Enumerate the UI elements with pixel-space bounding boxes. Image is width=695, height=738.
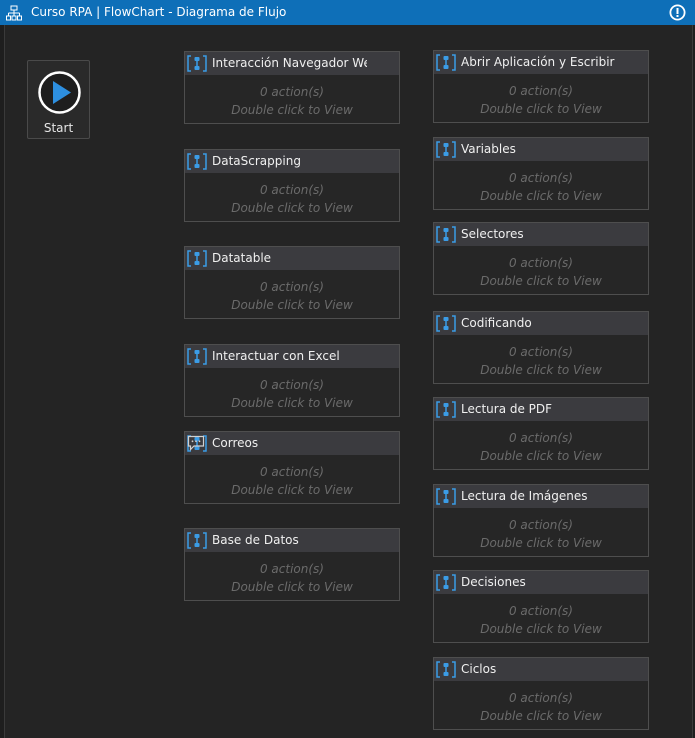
view-hint: Double click to View (480, 189, 602, 203)
sequence-datatable[interactable]: Datatable 0 action(s) Double click to Vi… (184, 246, 400, 319)
sequence-icon (436, 226, 456, 243)
action-count: 0 action(s) (508, 345, 573, 359)
title-bar: Curso RPA | FlowChart - Diagrama de Fluj… (0, 0, 695, 25)
sequence-name: Lectura de PDF (461, 402, 553, 416)
info-icon[interactable] (669, 4, 686, 21)
flowchart-icon (6, 5, 22, 21)
sequence-icon (436, 401, 456, 418)
sequence-interactuar-con-excel[interactable]: Interactuar con Excel 0 action(s) Double… (184, 344, 400, 417)
sequence-name: Base de Datos (212, 533, 299, 547)
sequence-name: Datatable (212, 251, 272, 265)
sequence-decisiones[interactable]: Decisiones 0 action(s) Double click to V… (433, 570, 649, 643)
sequence-header: Abrir Aplicación y Escribir (434, 51, 648, 74)
sequence-name: Decisiones (461, 575, 526, 589)
view-hint: Double click to View (480, 363, 602, 377)
view-hint: Double click to View (231, 396, 353, 410)
action-count: 0 action(s) (259, 280, 324, 294)
window-title: Curso RPA | FlowChart - Diagrama de Fluj… (31, 5, 287, 19)
sequence-name: Codificando (461, 316, 532, 330)
sequence-icon (436, 574, 456, 591)
sequence-icon (436, 141, 456, 158)
comment-icon[interactable] (187, 435, 205, 451)
action-count: 0 action(s) (508, 171, 573, 185)
sequence-header: Correos (185, 432, 399, 455)
sequence-header: Datatable (185, 247, 399, 270)
view-hint: Double click to View (231, 580, 353, 594)
view-hint: Double click to View (480, 102, 602, 116)
view-hint: Double click to View (231, 483, 353, 497)
action-count: 0 action(s) (259, 183, 324, 197)
sequence-abrir-aplicacion-y-escribir[interactable]: Abrir Aplicación y Escribir 0 action(s) … (433, 50, 649, 123)
sequence-icon (187, 55, 207, 72)
sequence-header: Variables (434, 138, 648, 161)
sequence-correos[interactable]: Correos 0 action(s) Double click to View (184, 431, 400, 504)
start-node[interactable]: Start (27, 60, 90, 139)
sequence-header: Lectura de Imágenes (434, 485, 648, 508)
sequence-icon (436, 54, 456, 71)
sequence-icon (187, 348, 207, 365)
sequence-name: Interactuar con Excel (212, 349, 340, 363)
sequence-name: DataScrapping (212, 154, 301, 168)
sequence-name: Abrir Aplicación y Escribir (461, 55, 615, 69)
view-hint: Double click to View (480, 622, 602, 636)
action-count: 0 action(s) (508, 84, 573, 98)
sequence-header: Interacción Navegador Web (185, 52, 399, 75)
sequence-icon (436, 661, 456, 678)
play-icon (38, 71, 81, 114)
sequence-icon (187, 532, 207, 549)
sequence-name: Lectura de Imágenes (461, 489, 588, 503)
sequence-icon (187, 250, 207, 267)
action-count: 0 action(s) (259, 378, 324, 392)
sequence-codificando[interactable]: Codificando 0 action(s) Double click to … (433, 311, 649, 384)
sequence-header: Ciclos (434, 658, 648, 681)
sequence-ciclos[interactable]: Ciclos 0 action(s) Double click to View (433, 657, 649, 730)
sequence-header: Base de Datos (185, 529, 399, 552)
sequence-header: Selectores (434, 223, 648, 246)
action-count: 0 action(s) (259, 85, 324, 99)
view-hint: Double click to View (480, 536, 602, 550)
action-count: 0 action(s) (508, 431, 573, 445)
sequence-selectores[interactable]: Selectores 0 action(s) Double click to V… (433, 222, 649, 295)
sequence-base-de-datos[interactable]: Base de Datos 0 action(s) Double click t… (184, 528, 400, 601)
action-count: 0 action(s) (508, 518, 573, 532)
sequence-name: Interacción Navegador Web (212, 56, 367, 70)
start-label: Start (43, 121, 74, 135)
action-count: 0 action(s) (508, 604, 573, 618)
sequence-name: Variables (461, 142, 516, 156)
sequence-header: Interactuar con Excel (185, 345, 399, 368)
view-hint: Double click to View (480, 449, 602, 463)
sequence-icon (436, 315, 456, 332)
sequence-name: Selectores (461, 227, 524, 241)
sequence-icon (436, 488, 456, 505)
view-hint: Double click to View (231, 298, 353, 312)
sequence-header: Codificando (434, 312, 648, 335)
view-hint: Double click to View (480, 274, 602, 288)
view-hint: Double click to View (480, 709, 602, 723)
action-count: 0 action(s) (259, 562, 324, 576)
sequence-name: Correos (212, 436, 259, 450)
sequence-lectura-de-imagenes[interactable]: Lectura de Imágenes 0 action(s) Double c… (433, 484, 649, 557)
action-count: 0 action(s) (508, 691, 573, 705)
sequence-name: Ciclos (461, 662, 497, 676)
sequence-lectura-de-pdf[interactable]: Lectura de PDF 0 action(s) Double click … (433, 397, 649, 470)
view-hint: Double click to View (231, 103, 353, 117)
sequence-header: Lectura de PDF (434, 398, 648, 421)
view-hint: Double click to View (231, 201, 353, 215)
sequence-header: Decisiones (434, 571, 648, 594)
sequence-header: DataScrapping (185, 150, 399, 173)
sequence-variables[interactable]: Variables 0 action(s) Double click to Vi… (433, 137, 649, 210)
sequence-datascrapping[interactable]: DataScrapping 0 action(s) Double click t… (184, 149, 400, 222)
sequence-interaccion-navegador-web[interactable]: Interacción Navegador Web 0 action(s) Do… (184, 51, 400, 124)
action-count: 0 action(s) (508, 256, 573, 270)
sequence-icon (187, 153, 207, 170)
action-count: 0 action(s) (259, 465, 324, 479)
